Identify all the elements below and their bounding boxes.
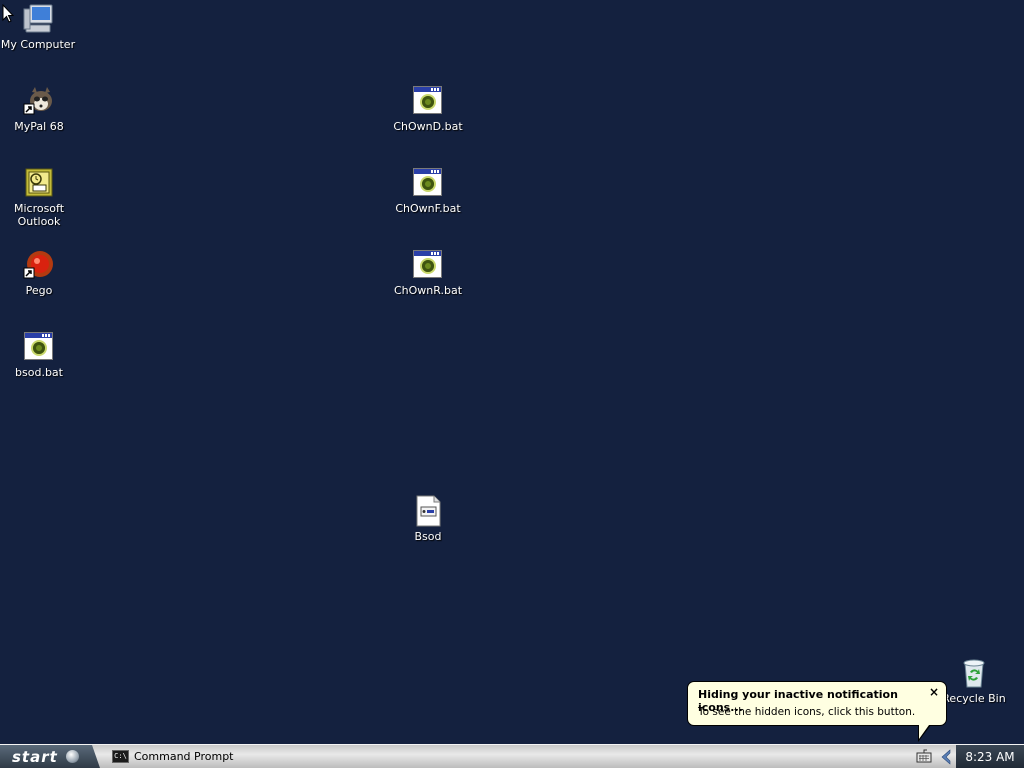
chownd-bat-label: ChOwnD.bat: [393, 120, 463, 133]
desktop-icon-outlook[interactable]: Microsoft Outlook: [0, 167, 79, 228]
outlook-label: Microsoft Outlook: [13, 202, 65, 228]
taskbar-item-label: Command Prompt: [134, 750, 234, 763]
clock-time: 8:23 AM: [965, 749, 1015, 764]
start-orb-icon: [65, 750, 79, 763]
desktop-icon-mypal[interactable]: MyPal 68: [0, 85, 79, 133]
desktop-icon-bsod[interactable]: Bsod: [388, 495, 468, 543]
desktop-icon-my-computer[interactable]: My Computer: [0, 3, 78, 51]
desktop-icon-chownr-bat[interactable]: ChOwnR.bat: [388, 249, 468, 297]
chevron-left-icon: [941, 748, 951, 765]
balloon-body: To see the hidden icons, click this butt…: [698, 706, 916, 718]
desktop-icon-chownf-bat[interactable]: ChOwnF.bat: [388, 167, 468, 215]
desktop-icon-pego[interactable]: Pego: [0, 249, 79, 297]
taskbar-item-command-prompt[interactable]: C:\ Command Prompt: [112, 747, 262, 766]
mypal-browser-icon: [23, 85, 55, 117]
keyboard-tray-icon[interactable]: [916, 749, 932, 763]
taskbar: start C:\ Command Prompt 8:23 AM: [0, 744, 1024, 768]
system-clock[interactable]: 8:23 AM: [956, 745, 1024, 768]
bsod-bat-label: bsod.bat: [15, 366, 63, 379]
settings-file-icon: [412, 495, 444, 527]
batch-file-icon: [23, 331, 55, 363]
batch-file-icon: [412, 167, 444, 199]
batch-file-icon: [412, 85, 444, 117]
bsod-label: Bsod: [414, 530, 442, 543]
command-prompt-icon: C:\: [112, 750, 129, 763]
desktop: My Computer MyPal 68 Microsoft Outlook P…: [0, 0, 1024, 744]
start-button[interactable]: start: [0, 745, 100, 768]
desktop-icon-bsod-bat[interactable]: bsod.bat: [0, 331, 79, 379]
chownf-bat-label: ChOwnF.bat: [395, 202, 461, 215]
balloon-close-icon[interactable]: ×: [929, 685, 939, 699]
my-computer-icon: [22, 3, 54, 35]
chownr-bat-label: ChOwnR.bat: [393, 284, 463, 297]
desktop-icon-chownd-bat[interactable]: ChOwnD.bat: [388, 85, 468, 133]
mypal-label: MyPal 68: [14, 120, 64, 133]
recycle-bin-label: Recycle Bin: [942, 692, 1006, 705]
batch-file-icon: [412, 249, 444, 281]
start-label: start: [12, 747, 58, 766]
show-hidden-icons-button[interactable]: [938, 747, 954, 766]
pego-icon: [23, 249, 55, 281]
notification-balloon[interactable]: Hiding your inactive notification icons.…: [687, 681, 947, 742]
my-computer-label: My Computer: [0, 38, 76, 51]
pego-label: Pego: [25, 284, 53, 297]
outlook-icon: [23, 167, 55, 199]
recycle-bin-icon: [958, 657, 990, 689]
